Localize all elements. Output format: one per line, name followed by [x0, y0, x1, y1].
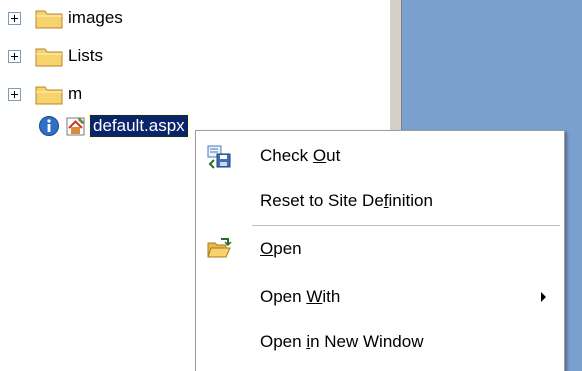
menu-item-open[interactable]: Open — [196, 229, 564, 269]
tree-item-default-aspx[interactable]: default.aspx — [38, 114, 189, 138]
menu-item-open-with[interactable]: Open With — [196, 277, 564, 317]
home-page-icon — [66, 117, 85, 136]
tree-item-m[interactable]: m — [8, 82, 82, 106]
window: images Lists m default.aspx Check Out Re… — [0, 0, 582, 371]
menu-item-label: Reset to Site Definition — [260, 191, 433, 210]
submenu-arrow-icon — [541, 292, 546, 302]
info-icon — [39, 116, 59, 136]
menu-item-label: Open — [260, 239, 302, 258]
menu-item-label: Open With — [260, 287, 341, 306]
menu-item-check-out[interactable]: Check Out — [196, 136, 564, 176]
menu-item-reset-to-site-definition[interactable]: Reset to Site Definition — [196, 181, 564, 221]
tree-item-label: Lists — [68, 46, 103, 65]
folder-icon — [35, 86, 63, 105]
menu-item-label: Open in New Window — [260, 332, 424, 351]
open-folder-icon — [207, 238, 232, 258]
menu-item-label: Check Out — [260, 146, 341, 165]
tree-item-label: default.aspx — [89, 114, 189, 138]
tree-item-label: images — [68, 8, 123, 27]
context-menu: Check Out Reset to Site Definition Open … — [195, 130, 565, 371]
expand-icon[interactable] — [8, 11, 21, 25]
tree-item-images[interactable]: images — [8, 6, 123, 30]
tree-item-label: m — [68, 84, 83, 103]
tree-item-lists[interactable]: Lists — [8, 44, 103, 68]
folder-icon — [35, 48, 63, 67]
menu-separator — [252, 225, 560, 226]
expand-icon[interactable] — [8, 49, 21, 63]
check-out-icon — [207, 145, 231, 169]
expand-icon[interactable] — [8, 87, 21, 101]
folder-icon — [35, 10, 63, 29]
menu-item-open-in-new-window[interactable]: Open in New Window — [196, 322, 564, 362]
